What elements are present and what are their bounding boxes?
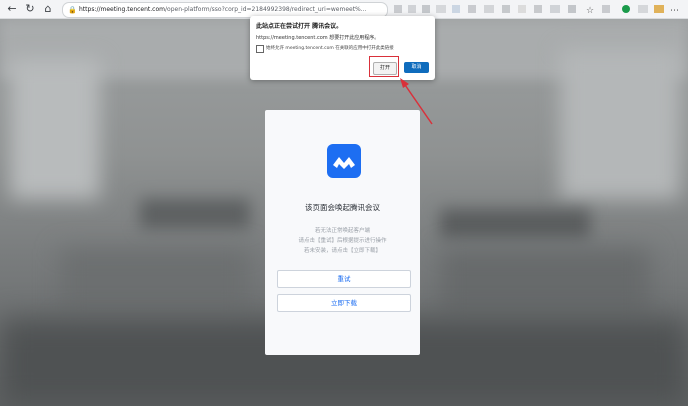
always-allow-label: 始终允许 meeting.tencent.com 在关联的应用中打开此类链接 xyxy=(266,46,394,51)
download-button[interactable]: 立即下载 xyxy=(277,294,411,312)
tip-line-2: 请点击【重试】后根据提示进行操作 xyxy=(298,238,387,244)
svg-text:⋯: ⋯ xyxy=(670,6,679,15)
svg-text:☆: ☆ xyxy=(586,6,594,15)
back-icon[interactable]: ← xyxy=(4,1,20,17)
url-path: /open-platform/sso?corp_id=2184992398/re… xyxy=(165,6,367,13)
dialog-message: https://meeting.tencent.com 想要打开此应用程序。 xyxy=(256,35,380,41)
highlight-box xyxy=(369,56,399,77)
tencent-meeting-logo xyxy=(327,144,361,178)
refresh-icon[interactable]: ↻ xyxy=(22,1,38,17)
tip-line-1: 若无法正常唤起客户端 xyxy=(314,228,370,234)
card-title: 该页面会唤起腾讯会议 xyxy=(305,203,380,212)
url-host: https://meeting.tencent.com xyxy=(79,6,165,13)
url-text: https://meeting.tencent.com/open-platfor… xyxy=(79,3,366,17)
always-allow-checkbox[interactable] xyxy=(256,45,264,53)
lock-icon: 🔒 xyxy=(68,6,77,14)
extension-icons[interactable]: ☆ ⋯ xyxy=(392,3,688,15)
tip-line-3: 若未安装，请点击【立即下载】 xyxy=(303,248,381,254)
meeting-logo-icon xyxy=(333,157,355,169)
cancel-button[interactable]: 取消 xyxy=(404,62,429,73)
home-icon[interactable]: ⌂ xyxy=(40,1,56,17)
dialog-title: 此站点正在尝试打开 腾讯会议。 xyxy=(256,23,343,30)
retry-button[interactable]: 重试 xyxy=(277,270,411,288)
